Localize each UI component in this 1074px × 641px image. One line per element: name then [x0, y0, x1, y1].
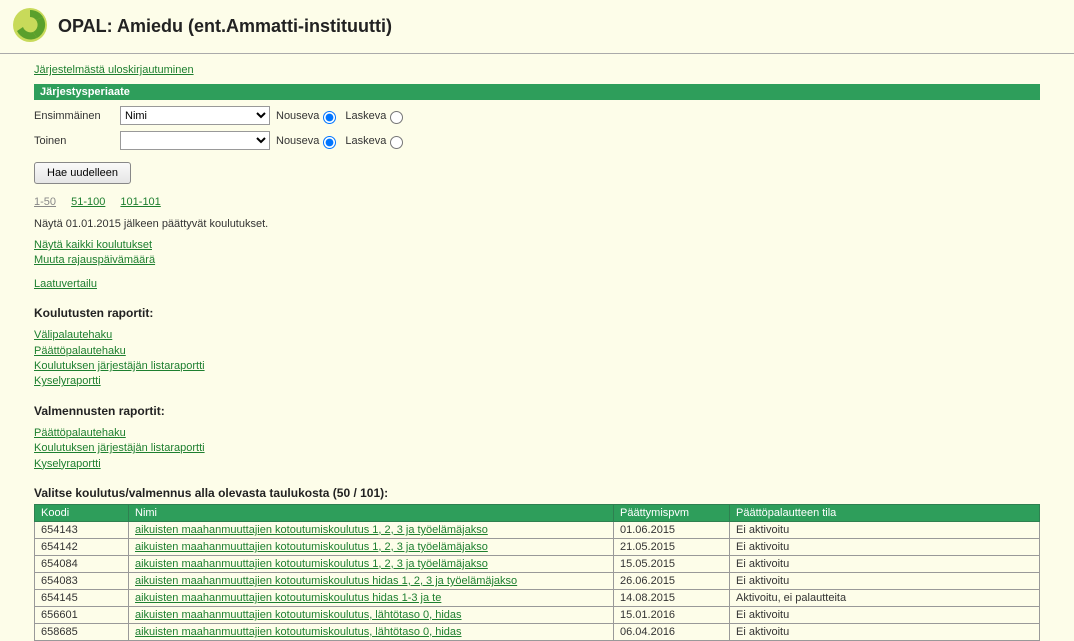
sort-first-select[interactable]: Nimi: [120, 106, 270, 125]
sort-second-asc-label: Nouseva: [276, 135, 319, 147]
cell-paatty: 26.06.2015: [614, 572, 730, 589]
valmennus-listaraportti-link[interactable]: Koulutuksen järjestäjän listaraportti: [34, 441, 1040, 456]
listaraportti-link[interactable]: Koulutuksen järjestäjän listaraportti: [34, 359, 1040, 374]
col-nimi: Nimi: [129, 504, 614, 521]
show-all-link[interactable]: Näytä kaikki koulutukset: [34, 238, 1040, 253]
cell-tila: Ei aktivoitu: [730, 521, 1040, 538]
valipalaute-link[interactable]: Välipalautehaku: [34, 328, 1040, 343]
cell-tila: Aktivoitu, ei palautteita: [730, 589, 1040, 606]
course-link[interactable]: aikuisten maahanmuuttajien kotoutumiskou…: [135, 609, 462, 621]
logout-link[interactable]: Järjestelmästä uloskirjautuminen: [34, 64, 194, 76]
cell-paatty: 14.08.2015: [614, 589, 730, 606]
table-row: 658685 aikuisten maahanmuuttajien kotoutu…: [35, 623, 1040, 640]
col-paatty: Päättymispvm: [614, 504, 730, 521]
table-heading: Valitse koulutus/valmennus alla olevasta…: [34, 486, 1040, 500]
page-title: OPAL: Amiedu (ent.Ammatti-instituutti): [58, 16, 392, 37]
sort-section-title: Järjestysperiaate: [34, 84, 1040, 100]
sort-first-desc-label: Laskeva: [345, 110, 386, 122]
cell-paatty: 01.06.2015: [614, 521, 730, 538]
cell-nimi: aikuisten maahanmuuttajien kotoutumiskou…: [129, 555, 614, 572]
cell-tila: Ei aktivoitu: [730, 572, 1040, 589]
valmennus-reports-heading: Valmennusten raportit:: [34, 404, 1040, 418]
table-row: 654142 aikuisten maahanmuuttajien kotoutu…: [35, 538, 1040, 555]
cell-nimi: aikuisten maahanmuuttajien kotoutumiskou…: [129, 589, 614, 606]
course-link[interactable]: aikuisten maahanmuuttajien kotoutumiskou…: [135, 524, 488, 536]
sort-first-row: Ensimmäinen Nimi Nouseva Laskeva: [34, 106, 1040, 125]
cell-koodi: 658685: [35, 623, 129, 640]
koulutus-reports-heading: Koulutusten raportit:: [34, 306, 1040, 320]
col-koodi: Koodi: [35, 504, 129, 521]
sort-second-row: Toinen Nouseva Laskeva: [34, 131, 1040, 150]
course-link[interactable]: aikuisten maahanmuuttajien kotoutumiskou…: [135, 575, 517, 587]
cell-tila: Ei aktivoitu: [730, 555, 1040, 572]
search-again-button[interactable]: Hae uudelleen: [34, 162, 131, 184]
date-filter-info: Näytä 01.01.2015 jälkeen päättyvät koulu…: [34, 218, 1040, 230]
cell-koodi: 654145: [35, 589, 129, 606]
sort-second-label: Toinen: [34, 135, 120, 147]
course-link[interactable]: aikuisten maahanmuuttajien kotoutumiskou…: [135, 558, 488, 570]
course-link[interactable]: aikuisten maahanmuuttajien kotoutumiskou…: [135, 626, 462, 638]
cell-koodi: 654083: [35, 572, 129, 589]
table-row: 654145 aikuisten maahanmuuttajien kotoutu…: [35, 589, 1040, 606]
cell-paatty: 21.05.2015: [614, 538, 730, 555]
pager-link-2[interactable]: 51-100: [71, 196, 105, 208]
pager-link-1[interactable]: 1-50: [34, 196, 56, 208]
table-row: 656601 aikuisten maahanmuuttajien kotoutu…: [35, 606, 1040, 623]
change-date-link[interactable]: Muuta rajauspäivämäärä: [34, 253, 1040, 268]
col-tila: Päättöpalautteen tila: [730, 504, 1040, 521]
sort-second-desc-label: Laskeva: [345, 135, 386, 147]
sort-first-asc-radio[interactable]: [323, 111, 336, 124]
cell-paatty: 06.04.2016: [614, 623, 730, 640]
cell-koodi: 656601: [35, 606, 129, 623]
cell-nimi: aikuisten maahanmuuttajien kotoutumiskou…: [129, 538, 614, 555]
cell-tila: Ei aktivoitu: [730, 606, 1040, 623]
paattopalaute-link[interactable]: Päättöpalautehaku: [34, 344, 1040, 359]
table-row: 654143 aikuisten maahanmuuttajien kotoutu…: [35, 521, 1040, 538]
cell-paatty: 15.01.2016: [614, 606, 730, 623]
cell-nimi: aikuisten maahanmuuttajien kotoutumiskou…: [129, 521, 614, 538]
valmennus-kyselyraportti-link[interactable]: Kyselyraportti: [34, 457, 1040, 472]
sort-second-asc-radio[interactable]: [323, 136, 336, 149]
cell-nimi: aikuisten maahanmuuttajien kotoutumiskou…: [129, 572, 614, 589]
app-logo-icon: [10, 6, 50, 47]
valmennus-paattopalaute-link[interactable]: Päättöpalautehaku: [34, 426, 1040, 441]
table-row: 654083 aikuisten maahanmuuttajien kotoutu…: [35, 572, 1040, 589]
course-link[interactable]: aikuisten maahanmuuttajien kotoutumiskou…: [135, 541, 488, 553]
course-link[interactable]: aikuisten maahanmuuttajien kotoutumiskou…: [135, 592, 441, 604]
sort-first-asc-label: Nouseva: [276, 110, 319, 122]
pager: 1-50 51-100 101-101: [34, 196, 1040, 208]
cell-paatty: 15.05.2015: [614, 555, 730, 572]
cell-nimi: aikuisten maahanmuuttajien kotoutumiskou…: [129, 606, 614, 623]
kyselyraportti-link[interactable]: Kyselyraportti: [34, 374, 1040, 389]
sort-first-label: Ensimmäinen: [34, 110, 120, 122]
cell-nimi: aikuisten maahanmuuttajien kotoutumiskou…: [129, 623, 614, 640]
app-header: OPAL: Amiedu (ent.Ammatti-instituutti): [0, 0, 1074, 54]
cell-tila: Ei aktivoitu: [730, 538, 1040, 555]
cell-tila: Ei aktivoitu: [730, 623, 1040, 640]
cell-koodi: 654143: [35, 521, 129, 538]
table-row: 654084 aikuisten maahanmuuttajien kotoutu…: [35, 555, 1040, 572]
sort-second-desc-radio[interactable]: [390, 136, 403, 149]
cell-koodi: 654142: [35, 538, 129, 555]
quality-compare-link[interactable]: Laatuvertailu: [34, 277, 1040, 292]
course-table: Koodi Nimi Päättymispvm Päättöpalautteen…: [34, 504, 1040, 641]
cell-koodi: 654084: [35, 555, 129, 572]
sort-first-desc-radio[interactable]: [390, 111, 403, 124]
pager-link-3[interactable]: 101-101: [120, 196, 160, 208]
sort-second-select[interactable]: [120, 131, 270, 150]
